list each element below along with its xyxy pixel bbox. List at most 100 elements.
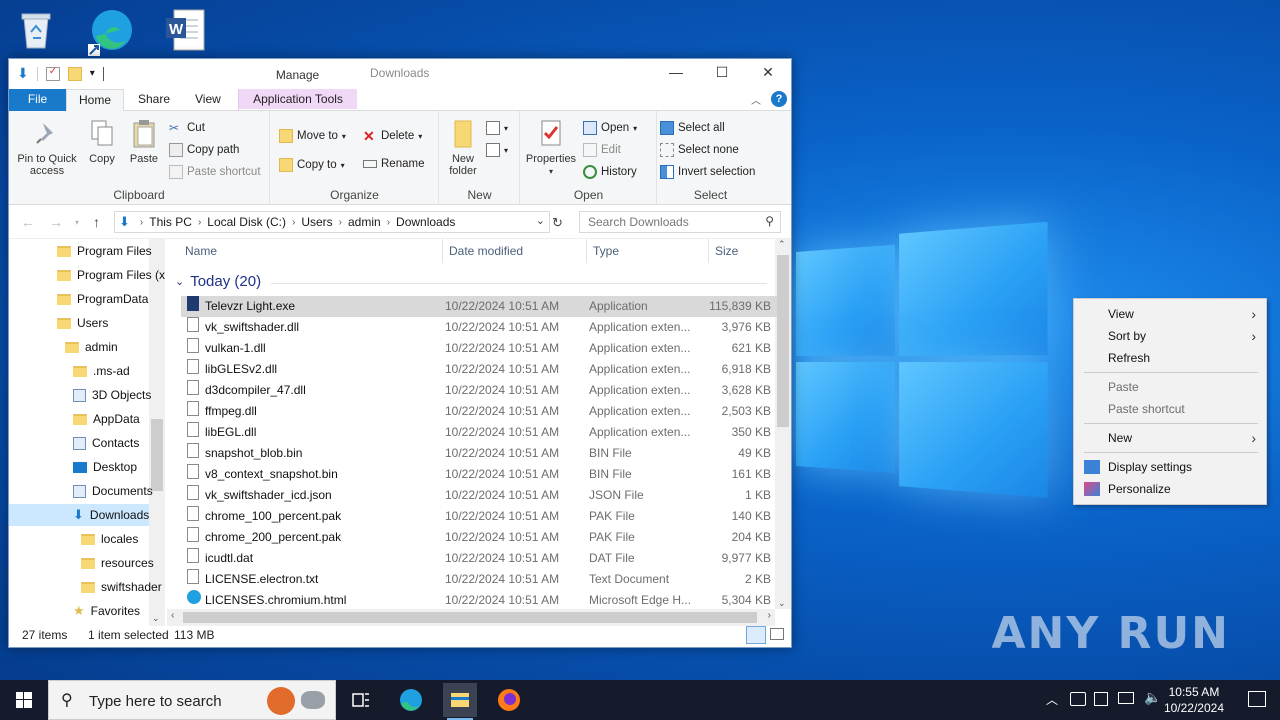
copy-path-button[interactable]: Copy path	[169, 143, 239, 157]
open-button[interactable]: Open ▾	[583, 121, 637, 135]
column-type[interactable]: Type	[587, 239, 709, 263]
down-arrow-icon[interactable]: ⬇	[17, 65, 29, 82]
file-row[interactable]: chrome_200_percent.pak 10/22/2024 10:51 A…	[181, 527, 777, 548]
rename-button[interactable]: Rename	[363, 158, 424, 170]
recycle-bin-icon[interactable]	[12, 6, 64, 58]
breadcrumb-separator-icon[interactable]: ›	[387, 217, 390, 228]
defender-icon[interactable]	[1070, 692, 1086, 706]
search-input[interactable]: Search Downloads ⚲	[579, 211, 781, 233]
network-icon[interactable]	[1118, 692, 1134, 704]
file-row[interactable]: icudtl.dat 10/22/2024 10:51 AM DAT File 9,9…	[181, 548, 777, 569]
vpn-icon[interactable]	[1094, 692, 1108, 706]
column-date-modified[interactable]: Date modified	[443, 239, 587, 263]
delete-button[interactable]: ✕ Delete ▾	[363, 129, 422, 143]
volume-icon[interactable]: 🔈	[1144, 689, 1161, 706]
tab-home[interactable]: Home	[66, 89, 125, 112]
details-view-icon[interactable]	[746, 626, 766, 644]
nav-item[interactable]: admin	[65, 336, 118, 358]
task-view-icon[interactable]	[347, 686, 375, 714]
new-folder-button[interactable]: New folder	[444, 117, 482, 177]
show-hidden-icons-icon[interactable]: ︿	[1046, 691, 1058, 708]
nav-item[interactable]: Users	[57, 312, 108, 334]
nav-item[interactable]: locales	[81, 528, 138, 550]
back-arrow-icon[interactable]: ←	[21, 214, 35, 230]
file-row[interactable]: chrome_100_percent.pak 10/22/2024 10:51 A…	[181, 506, 777, 527]
tab-file[interactable]: File	[9, 89, 66, 111]
cut-button[interactable]: ✂ Cut	[169, 121, 205, 135]
breadcrumb-item[interactable]: Local Disk (C:)	[207, 215, 286, 229]
menu-item[interactable]: New ›	[1074, 427, 1266, 449]
nav-item[interactable]: AppData	[73, 408, 140, 430]
nav-item[interactable]: ProgramData	[57, 288, 148, 310]
easy-access-button[interactable]: ▾	[486, 143, 508, 157]
collapse-ribbon-icon[interactable]: ︿	[751, 92, 761, 107]
select-none-button[interactable]: Select none	[660, 143, 739, 157]
file-row[interactable]: vk_swiftshader_icd.json 10/22/2024 10:51 …	[181, 485, 777, 506]
file-row[interactable]: LICENSES.chromium.html 10/22/2024 10:51 A…	[181, 590, 777, 611]
new-folder-qat-icon[interactable]	[67, 66, 82, 81]
move-to-button[interactable]: Move to ▾	[279, 129, 346, 143]
breadcrumb-item[interactable]: This PC	[149, 215, 192, 229]
nav-item[interactable]: Documents	[73, 480, 153, 502]
nav-item[interactable]: .ms-ad	[73, 360, 130, 382]
breadcrumb-separator-icon[interactable]: ›	[292, 217, 295, 228]
file-row[interactable]: vulkan-1.dll 10/22/2024 10:51 AM Applicati…	[181, 338, 777, 359]
address-bar[interactable]: ⬇ › This PC › Local Disk (C:) › Users › admin ›…	[114, 211, 550, 233]
maximize-button[interactable]: ☐	[699, 59, 745, 87]
file-row[interactable]: LICENSE.electron.txt 10/22/2024 10:51 AM T…	[181, 569, 777, 590]
up-arrow-icon[interactable]: ↑	[93, 214, 100, 230]
history-button[interactable]: History	[583, 165, 637, 179]
menu-item[interactable]: Paste	[1074, 376, 1266, 398]
nav-item[interactable]: Program Files	[57, 240, 152, 262]
edge-desktop-icon[interactable]	[86, 6, 138, 58]
taskbar-search-box[interactable]: ⚲ Type here to search	[48, 680, 336, 720]
column-size[interactable]: Size	[709, 239, 773, 263]
menu-item[interactable]: Sort by ›	[1074, 325, 1266, 347]
file-row[interactable]: vk_swiftshader.dll 10/22/2024 10:51 AM App…	[181, 317, 777, 338]
tab-application-tools[interactable]: Application Tools	[238, 89, 357, 111]
paste-button[interactable]: Paste	[126, 117, 162, 165]
help-icon[interactable]: ?	[771, 91, 787, 107]
file-row[interactable]: libEGL.dll 10/22/2024 10:51 AM Application…	[181, 422, 777, 443]
notifications-icon[interactable]	[1248, 691, 1266, 707]
manage-tab-label[interactable]: Manage	[238, 68, 357, 82]
nav-item[interactable]: resources	[81, 552, 154, 574]
close-button[interactable]: ✕	[745, 59, 791, 87]
breadcrumb-item[interactable]: Downloads	[396, 215, 455, 229]
file-explorer-taskbar-icon[interactable]	[443, 683, 477, 720]
breadcrumb-separator-icon[interactable]: ›	[198, 217, 201, 228]
start-button[interactable]	[0, 680, 48, 720]
edge-taskbar-icon[interactable]	[397, 686, 425, 714]
refresh-icon[interactable]: ↻	[552, 215, 563, 231]
customize-qat-icon[interactable]: ▾	[90, 68, 95, 79]
menu-item[interactable]: Display settings	[1074, 456, 1266, 478]
new-item-button[interactable]: ▾	[486, 121, 508, 135]
properties-button[interactable]: Properties ▾	[525, 117, 577, 178]
nav-item[interactable]: swiftshader	[81, 576, 162, 598]
menu-item[interactable]: View ›	[1074, 303, 1266, 325]
nav-item[interactable]: 3D Objects	[73, 384, 151, 406]
edit-button[interactable]: Edit	[583, 143, 621, 157]
tab-share[interactable]: Share	[126, 89, 182, 111]
paste-shortcut-button[interactable]: Paste shortcut	[169, 165, 261, 179]
select-all-button[interactable]: Select all	[660, 121, 725, 135]
file-row[interactable]: d3dcompiler_47.dll 10/22/2024 10:51 AM App…	[181, 380, 777, 401]
breadcrumb-separator-icon[interactable]: ›	[339, 217, 342, 228]
word-document-icon[interactable]: W	[162, 6, 214, 58]
breadcrumb-item[interactable]: admin	[348, 215, 381, 229]
group-header-today[interactable]: ⌄ Today (20)	[175, 273, 261, 290]
pin-quick-access-button[interactable]: Pin to Quick access	[15, 117, 79, 177]
nav-item[interactable]: Desktop	[73, 456, 137, 478]
menu-item[interactable]: Personalize	[1074, 478, 1266, 500]
file-row[interactable]: Televzr Light.exe 10/22/2024 10:51 AM Appl…	[181, 296, 777, 317]
copy-to-button[interactable]: Copy to ▾	[279, 158, 345, 172]
file-row[interactable]: ffmpeg.dll 10/22/2024 10:51 AM Application…	[181, 401, 777, 422]
file-row[interactable]: snapshot_blob.bin 10/22/2024 10:51 AM BIN …	[181, 443, 777, 464]
address-dropdown-icon[interactable]: ⌄	[536, 214, 545, 227]
nav-item[interactable]: ⬇ Downloads	[9, 504, 149, 526]
copy-button[interactable]: Copy	[85, 117, 119, 165]
firefox-taskbar-icon[interactable]	[495, 686, 523, 714]
forward-arrow-icon[interactable]: →	[49, 214, 63, 230]
nav-item[interactable]: Contacts	[73, 432, 139, 454]
menu-item[interactable]: Paste shortcut	[1074, 398, 1266, 420]
